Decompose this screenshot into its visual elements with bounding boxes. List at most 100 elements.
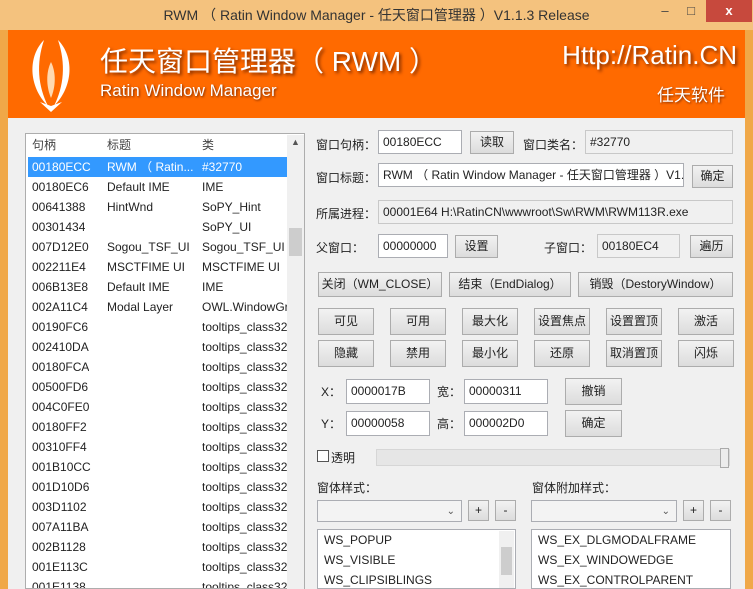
list-item[interactable]: WS_EX_DLGMODALFRAME xyxy=(532,530,730,550)
cell-title: HintWnd xyxy=(107,200,154,214)
transparency-label: 透明 xyxy=(331,451,356,465)
phoenix-logo-icon xyxy=(32,40,70,112)
cell-title: MSCTFIME UI xyxy=(107,260,185,274)
table-row[interactable]: 001E113C tooltips_class32 xyxy=(28,557,288,577)
handle-label: 窗口句柄： xyxy=(316,138,377,152)
styles-list[interactable]: WS_POPUP WS_VISIBLE WS_CLIPSIBLINGS xyxy=(317,529,516,589)
table-row[interactable]: 00180FF2 tooltips_class32 xyxy=(28,417,288,437)
add-ex-style-button[interactable]: + xyxy=(683,500,704,521)
action-button[interactable]: 还原 xyxy=(534,340,590,367)
action-button[interactable]: 可见 xyxy=(318,308,374,335)
set-parent-button[interactable]: 设置 xyxy=(455,235,498,258)
table-row[interactable]: 001B10CC tooltips_class32 xyxy=(28,457,288,477)
column-header-handle[interactable]: 句柄 xyxy=(26,134,56,156)
table-row[interactable]: 00190FC6 tooltips_class32 xyxy=(28,317,288,337)
column-header-class[interactable]: 类 xyxy=(196,134,214,156)
add-style-button[interactable]: + xyxy=(468,500,489,521)
action-button[interactable]: 设置置顶 xyxy=(606,308,662,335)
cell-class: tooltips_class32 xyxy=(202,360,288,374)
action-button[interactable]: 禁用 xyxy=(390,340,446,367)
minimize-button[interactable]: – xyxy=(652,0,678,22)
transparency-checkbox[interactable] xyxy=(317,450,329,462)
action-button[interactable]: 激活 xyxy=(678,308,734,335)
close-button[interactable]: x xyxy=(706,0,752,22)
height-input[interactable]: 000002D0 xyxy=(464,411,548,436)
table-row[interactable]: 00301434 SoPY_UI xyxy=(28,217,288,237)
table-row[interactable]: 006B13E8 Default IME IME xyxy=(28,277,288,297)
table-row[interactable]: 007D12E0 Sogou_TSF_UI Sogou_TSF_UI xyxy=(28,237,288,257)
scrollbar-thumb[interactable] xyxy=(289,228,302,256)
remove-style-button[interactable]: - xyxy=(495,500,516,521)
cell-handle: 004C0FE0 xyxy=(32,400,90,414)
y-input[interactable]: 00000058 xyxy=(346,411,430,436)
window-list[interactable]: 句柄 标题 类 00180ECC RWM （ Ratin... #32770 0018… xyxy=(25,133,305,589)
parent-input[interactable]: 00000000 xyxy=(378,234,448,258)
end-dialog-button[interactable]: 结束（EndDialog） xyxy=(449,272,571,297)
table-row[interactable]: 002211E4 MSCTFIME UI MSCTFIME UI xyxy=(28,257,288,277)
list-item[interactable]: WS_EX_WINDOWEDGE xyxy=(532,550,730,570)
column-header-title[interactable]: 标题 xyxy=(101,134,131,156)
table-row[interactable]: 00310FF4 tooltips_class32 xyxy=(28,437,288,457)
action-button[interactable]: 可用 xyxy=(390,308,446,335)
cell-handle: 002B1128 xyxy=(32,540,86,554)
website-link[interactable]: Http://Ratin.CN xyxy=(562,40,737,71)
action-button[interactable]: 取消置顶 xyxy=(606,340,662,367)
cell-class: tooltips_class32 xyxy=(202,500,288,514)
x-label: X： xyxy=(321,385,342,399)
list-item[interactable]: WS_VISIBLE xyxy=(318,550,515,570)
cell-title: Modal Layer xyxy=(107,300,174,314)
list-item[interactable]: WS_POPUP xyxy=(318,530,515,550)
table-row[interactable]: 001E1138 tooltips_class32 xyxy=(28,577,288,588)
handle-input[interactable]: 00180ECC xyxy=(378,130,462,154)
destroy-window-button[interactable]: 销毁（DestoryWindow） xyxy=(578,272,733,297)
table-row[interactable]: 00641388 HintWnd SoPY_Hint xyxy=(28,197,288,217)
read-button[interactable]: 读取 xyxy=(470,131,514,154)
maximize-button[interactable]: □ xyxy=(678,0,704,22)
table-row[interactable]: 00180ECC RWM （ Ratin... #32770 xyxy=(28,157,288,177)
table-row[interactable]: 004C0FE0 tooltips_class32 xyxy=(28,397,288,417)
cell-class: tooltips_class32 xyxy=(202,460,288,474)
list-item[interactable]: WS_CLIPSIBLINGS xyxy=(318,570,515,588)
action-button[interactable]: 设置焦点 xyxy=(534,308,590,335)
cell-handle: 002211E4 xyxy=(32,260,86,274)
transparency-slider[interactable] xyxy=(376,448,730,468)
title-input[interactable]: RWM （ Ratin Window Manager - 任天窗口管理器 ）V1… xyxy=(378,163,684,187)
styles-scrollbar[interactable] xyxy=(499,531,514,588)
slider-thumb[interactable] xyxy=(720,448,729,468)
list-scrollbar[interactable]: ▲ xyxy=(287,135,304,589)
ex-styles-list[interactable]: WS_EX_DLGMODALFRAME WS_EX_WINDOWEDGE WS_… xyxy=(531,529,731,589)
undo-button[interactable]: 撤销 xyxy=(565,378,622,405)
child-field: 00180EC4 xyxy=(597,234,680,258)
action-button[interactable]: 隐藏 xyxy=(318,340,374,367)
y-label: Y： xyxy=(321,417,342,431)
table-row[interactable]: 002B1128 tooltips_class32 xyxy=(28,537,288,557)
cell-handle: 00190FC6 xyxy=(32,320,89,334)
list-item[interactable]: WS_EX_CONTROLPARENT xyxy=(532,570,730,588)
cell-class: Sogou_TSF_UI xyxy=(202,240,285,254)
table-row[interactable]: 002410DA tooltips_class32 xyxy=(28,337,288,357)
table-row[interactable]: 002A11C4 Modal Layer OWL.WindowGr xyxy=(28,297,289,317)
cell-class: tooltips_class32 xyxy=(202,400,288,414)
table-row[interactable]: 007A11BA tooltips_class32 xyxy=(28,517,288,537)
title-ok-button[interactable]: 确定 xyxy=(692,165,733,188)
cell-class: tooltips_class32 xyxy=(202,420,288,434)
table-row[interactable]: 00500FD6 tooltips_class32 xyxy=(28,377,288,397)
table-row[interactable]: 00180FCA tooltips_class32 xyxy=(28,357,288,377)
apply-geometry-button[interactable]: 确定 xyxy=(565,410,622,437)
action-button[interactable]: 最大化 xyxy=(462,308,518,335)
ex-styles-dropdown[interactable]: ⌄ xyxy=(531,500,677,522)
table-row[interactable]: 001D10D6 tooltips_class32 xyxy=(28,477,288,497)
x-input[interactable]: 0000017B xyxy=(346,379,430,404)
traverse-button[interactable]: 遍历 xyxy=(690,235,733,258)
wm-close-button[interactable]: 关闭（WM_CLOSE） xyxy=(318,272,442,297)
remove-ex-style-button[interactable]: - xyxy=(710,500,731,521)
cell-handle: 00180EC6 xyxy=(32,180,89,194)
action-button[interactable]: 闪烁 xyxy=(678,340,734,367)
action-button[interactable]: 最小化 xyxy=(462,340,518,367)
table-row[interactable]: 003D1102 tooltips_class32 xyxy=(28,497,288,517)
styles-dropdown[interactable]: ⌄ xyxy=(317,500,462,522)
scroll-up-icon[interactable]: ▲ xyxy=(291,137,300,147)
width-input[interactable]: 00000311 xyxy=(464,379,548,404)
cell-class: OWL.WindowGr xyxy=(202,300,289,314)
table-row[interactable]: 00180EC6 Default IME IME xyxy=(28,177,288,197)
